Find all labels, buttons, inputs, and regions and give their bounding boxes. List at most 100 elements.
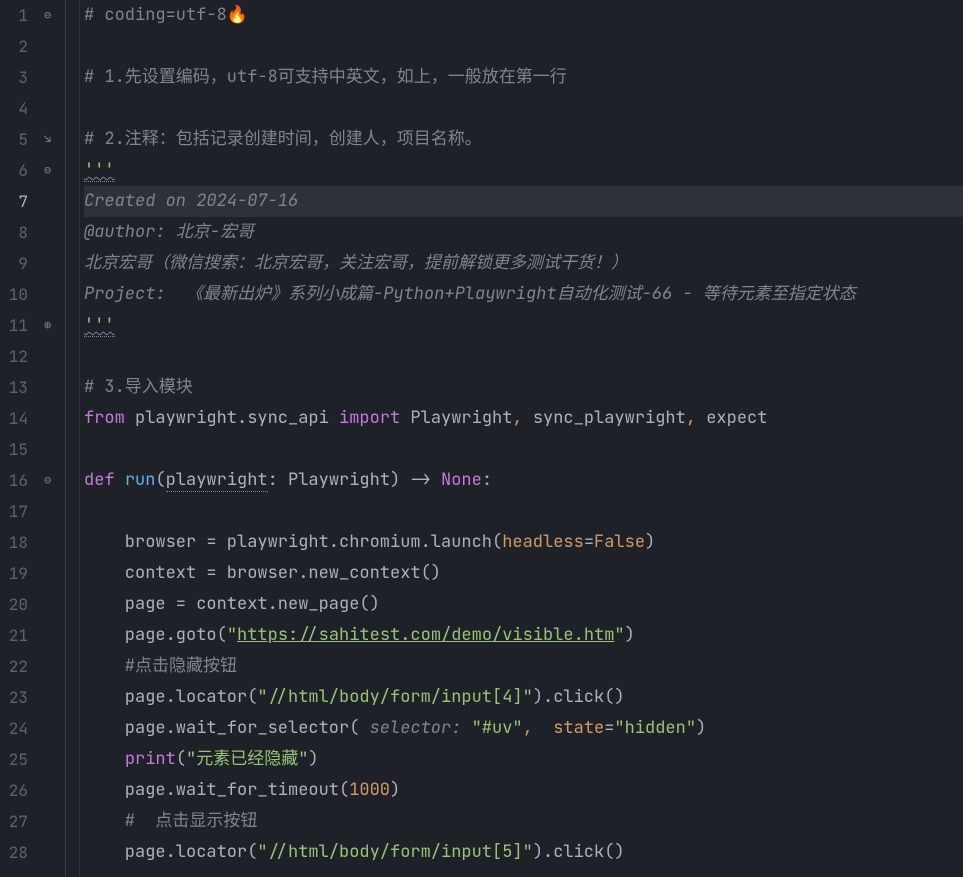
code-line[interactable]: [84, 31, 963, 62]
code-line[interactable]: page.locator("//html/body/form/input[4]"…: [84, 682, 963, 713]
line-number[interactable]: 14: [0, 403, 28, 434]
line-number[interactable]: 19: [0, 558, 28, 589]
keyword-from: from: [84, 407, 125, 429]
line-number[interactable]: 8: [0, 217, 28, 248]
comma: ,: [512, 407, 522, 429]
code-line-current[interactable]: Created on 2024-07-16: [84, 186, 963, 217]
line-number[interactable]: 23: [0, 682, 28, 713]
fold-column[interactable]: ⊖ ↘ ⊖ ⊕ ⊖: [38, 0, 66, 877]
code-line[interactable]: page = context.new_page(): [84, 589, 963, 620]
code-line[interactable]: # 1.先设置编码，utf-8可支持中英文，如上，一般放在第一行: [84, 62, 963, 93]
line-number[interactable]: 9: [0, 248, 28, 279]
fold-open-icon[interactable]: ⊖: [44, 164, 56, 176]
code-line[interactable]: # 3.导入模块: [84, 372, 963, 403]
function-name: run: [125, 469, 156, 491]
code-line[interactable]: #点击隐藏按钮: [84, 651, 963, 682]
code-line[interactable]: 北京宏哥（微信搜索：北京宏哥，关注宏哥，提前解锁更多测试干货！）: [84, 248, 963, 279]
fold-open-icon[interactable]: ⊖: [44, 474, 56, 486]
code-line[interactable]: context = browser.new_context(): [84, 558, 963, 589]
code-line[interactable]: ''': [84, 310, 963, 341]
number-literal: 1000: [349, 779, 390, 801]
code-line[interactable]: [84, 434, 963, 465]
line-number-gutter[interactable]: 1 2 3 4 5 6 7 8 9 10 11 12 13 14 15 16 1…: [0, 0, 38, 877]
docstring-quote: ''': [84, 159, 115, 182]
line-number[interactable]: 13: [0, 372, 28, 403]
line-number[interactable]: 24: [0, 713, 28, 744]
line-number[interactable]: 1: [0, 0, 28, 31]
line-number[interactable]: 21: [0, 620, 28, 651]
code-line[interactable]: [84, 496, 963, 527]
parameter-name: playwright: [166, 469, 268, 492]
line-number[interactable]: 16: [0, 465, 28, 496]
line-number-current[interactable]: 7: [0, 186, 28, 217]
string-literal: "#uv": [472, 717, 523, 739]
line-number[interactable]: 10: [0, 279, 28, 310]
colon: :: [268, 469, 288, 491]
comment-text: # 1.先设置编码，utf-8可支持中英文，如上，一般放在第一行: [84, 66, 567, 88]
import-name: sync_playwright: [523, 407, 686, 429]
code-text: page.wait_for_selector(: [84, 717, 359, 739]
line-number[interactable]: 22: [0, 651, 28, 682]
line-number[interactable]: 20: [0, 589, 28, 620]
line-number[interactable]: 18: [0, 527, 28, 558]
line-number[interactable]: 3: [0, 62, 28, 93]
line-number[interactable]: 27: [0, 806, 28, 837]
kwarg-name: headless: [502, 531, 584, 553]
line-number[interactable]: 28: [0, 837, 28, 868]
code-line[interactable]: browser = playwright.chromium.launch(hea…: [84, 527, 963, 558]
code-line[interactable]: def run(playwright: Playwright) -> None:: [84, 465, 963, 496]
comment-text: #点击隐藏按钮: [84, 655, 237, 677]
code-line[interactable]: Project: 《最新出炉》系列小成篇-Python+Playwright自动…: [84, 279, 963, 310]
fold-marker-icon[interactable]: ↘: [44, 133, 56, 145]
paren: ): [625, 624, 635, 646]
code-line[interactable]: # 2.注释：包括记录创建时间，创建人，项目名称。: [84, 124, 963, 155]
type-none: None: [441, 469, 482, 491]
line-number[interactable]: 26: [0, 775, 28, 806]
code-line[interactable]: [84, 341, 963, 372]
comment-text: # coding=utf-8: [84, 4, 227, 26]
paren: (: [155, 469, 165, 491]
code-text: page.locator(: [84, 841, 257, 863]
string-quote: ": [227, 624, 237, 646]
code-line[interactable]: # 点击显示按钮: [84, 806, 963, 837]
arrow: ) ->: [390, 469, 441, 491]
line-number[interactable]: 11: [0, 310, 28, 341]
type-name: Playwright: [288, 469, 390, 491]
paren: ): [308, 748, 318, 770]
line-number[interactable]: 12: [0, 341, 28, 372]
indent-guide: [66, 0, 80, 877]
code-area[interactable]: # coding=utf-8🔥 # 1.先设置编码，utf-8可支持中英文，如上…: [80, 0, 963, 877]
equals: =: [584, 531, 594, 553]
line-number[interactable]: 17: [0, 496, 28, 527]
fold-open-icon[interactable]: ⊖: [44, 9, 56, 21]
string-quote: ": [614, 624, 624, 646]
docstring-quote: ''': [84, 314, 115, 337]
line-number[interactable]: 6: [0, 155, 28, 186]
comment-text: # 3.导入模块: [84, 376, 193, 398]
fold-closed-icon[interactable]: ⊕: [44, 319, 56, 331]
code-line[interactable]: ''': [84, 155, 963, 186]
code-line[interactable]: print("元素已经隐藏"): [84, 744, 963, 775]
line-number[interactable]: 2: [0, 31, 28, 62]
code-line[interactable]: page.locator("//html/body/form/input[5]"…: [84, 837, 963, 868]
string-literal: "hidden": [614, 717, 696, 739]
code-line[interactable]: [84, 93, 963, 124]
code-line[interactable]: page.wait_for_timeout(1000): [84, 775, 963, 806]
line-number[interactable]: 25: [0, 744, 28, 775]
code-line[interactable]: @author: 北京-宏哥: [84, 217, 963, 248]
keyword-def: def: [84, 469, 125, 491]
code-line[interactable]: # coding=utf-8🔥: [84, 0, 963, 31]
fire-icon: 🔥: [227, 4, 248, 26]
comment-text: # 点击显示按钮: [84, 810, 257, 832]
code-line[interactable]: page.wait_for_selector( selector: "#uv",…: [84, 713, 963, 744]
docstring-text: Project: 《最新出炉》系列小成篇-Python+Playwright自动…: [84, 283, 856, 305]
line-number[interactable]: 5: [0, 124, 28, 155]
code-editor[interactable]: 1 2 3 4 5 6 7 8 9 10 11 12 13 14 15 16 1…: [0, 0, 963, 877]
keyword-import: import: [339, 407, 400, 429]
paren: ): [645, 531, 655, 553]
line-number[interactable]: 15: [0, 434, 28, 465]
code-line[interactable]: from playwright.sync_api import Playwrig…: [84, 403, 963, 434]
code-line[interactable]: page.goto("https://sahitest.com/demo/vis…: [84, 620, 963, 651]
inlay-hint: selector:: [359, 717, 471, 739]
line-number[interactable]: 4: [0, 93, 28, 124]
